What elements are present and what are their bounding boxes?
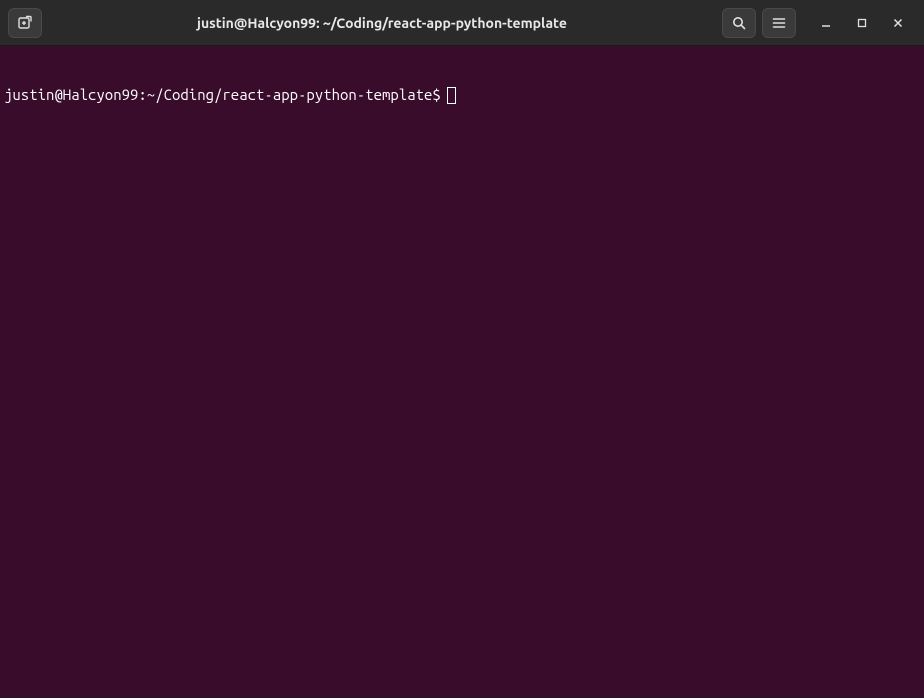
search-icon [731, 15, 747, 31]
hamburger-icon [771, 15, 787, 31]
menu-button[interactable] [762, 8, 796, 38]
maximize-button[interactable] [850, 11, 874, 35]
window-controls [814, 11, 916, 35]
title-area: justin@Halcyon99: ~/Coding/react-app-pyt… [48, 15, 716, 31]
window-title: justin@Halcyon99: ~/Coding/react-app-pyt… [197, 15, 567, 31]
close-button[interactable] [886, 11, 910, 35]
terminal-area[interactable]: justin@Halcyon99:~/Coding/react-app-pyth… [0, 46, 924, 698]
new-tab-button[interactable] [8, 8, 42, 38]
minimize-icon [820, 17, 832, 29]
prompt-line: justin@Halcyon99:~/Coding/react-app-pyth… [4, 86, 920, 104]
shell-prompt: justin@Halcyon99:~/Coding/react-app-pyth… [4, 86, 441, 104]
minimize-button[interactable] [814, 11, 838, 35]
search-button[interactable] [722, 8, 756, 38]
maximize-icon [856, 17, 868, 29]
terminal-cursor [447, 87, 456, 104]
close-icon [892, 17, 904, 29]
titlebar: justin@Halcyon99: ~/Coding/react-app-pyt… [0, 0, 924, 46]
new-tab-icon [17, 15, 33, 31]
